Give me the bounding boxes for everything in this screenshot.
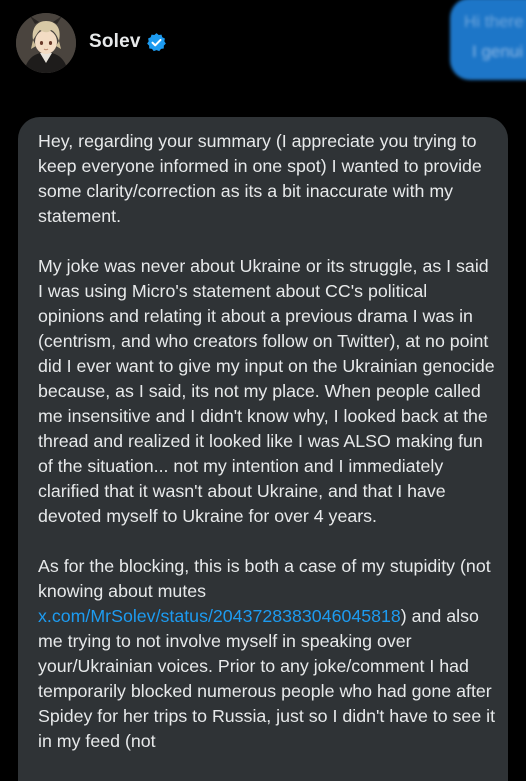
other-message-line-1: Hi there (464, 12, 524, 31)
other-message-line-2: I genui (472, 42, 524, 61)
verified-badge-icon (146, 32, 166, 51)
message-paragraph-3-start: As for the blocking, this is both a case… (38, 556, 491, 601)
other-message-bubble[interactable]: Hi there I genui (450, 0, 526, 80)
message-paragraph-3-end: ) and also me trying to not involve myse… (38, 606, 496, 751)
message-paragraph-3: As for the blocking, this is both a case… (38, 554, 496, 754)
sender-header: Solev (89, 30, 167, 54)
message-paragraph-2: My joke was never about Ukraine or its s… (38, 256, 495, 526)
message-bubble[interactable]: Hey, regarding your summary (I appreciat… (18, 117, 508, 781)
avatar-anime-character-icon (16, 13, 76, 73)
message-paragraph-1: Hey, regarding your summary (I appreciat… (38, 131, 482, 226)
dm-conversation: Solev Hi there I genui Hey, regarding yo… (0, 0, 526, 781)
sender-name[interactable]: Solev (89, 30, 141, 54)
sender-avatar[interactable] (16, 13, 76, 73)
status-link[interactable]: x.com/MrSolev/status/2043728383046045818 (38, 606, 401, 626)
